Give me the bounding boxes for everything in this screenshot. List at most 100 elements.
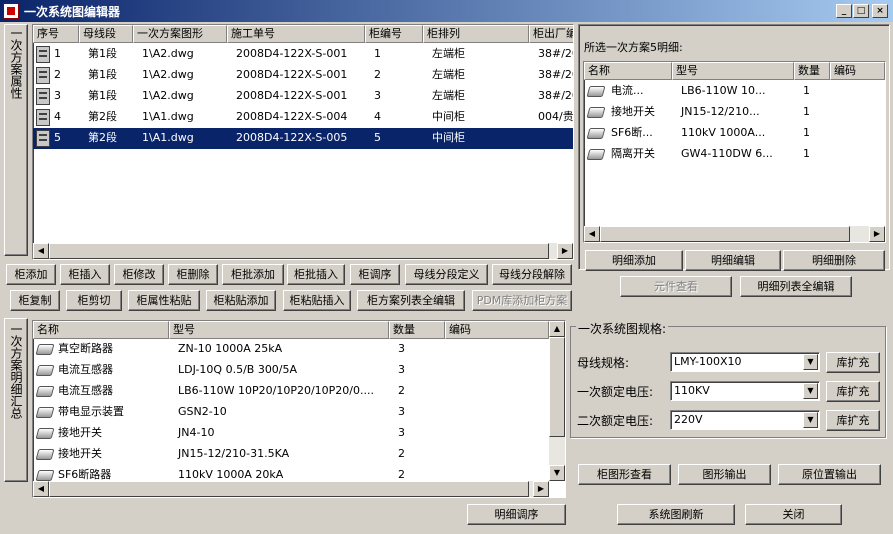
column-header[interactable]: 名称	[33, 321, 169, 339]
scroll-thumb[interactable]	[549, 337, 565, 437]
library-expand-button[interactable]: 库扩充	[826, 381, 880, 402]
scroll-right-arrow-icon[interactable]: ▶	[869, 226, 885, 242]
column-header[interactable]: 一次方案图形	[133, 25, 227, 43]
table-cell: 3	[398, 363, 405, 376]
list-item[interactable]: 带电显示装置 GSN2-10 3	[33, 402, 549, 423]
detail-delete-button[interactable]: 明细删除	[783, 250, 885, 271]
column-header[interactable]: 序号	[33, 25, 79, 43]
cabinet-action-button[interactable]: 母线分段定义	[405, 264, 488, 285]
table-row[interactable]: 3第1段1\A2.dwg2008D4-122X-S-0013左端柜38#/20	[33, 86, 573, 107]
list-item[interactable]: 接地开关 JN15-12/210-31.5KA 2	[33, 444, 549, 465]
cabinet-action-button[interactable]: 柜方案列表全编辑	[357, 290, 465, 311]
scroll-thumb[interactable]	[49, 243, 549, 259]
scroll-right-arrow-icon[interactable]: ▶	[557, 243, 573, 259]
table-row[interactable]: 1第1段1\A2.dwg2008D4-122X-S-0011左端柜38#/20	[33, 44, 573, 65]
list-item[interactable]: 电流互感器 LB6-110W 10P20/10P20/10P20/0.... 2	[33, 381, 549, 402]
list-item[interactable]: 接地开关 JN15-12/210... 1	[584, 102, 885, 123]
cabinet-action-button[interactable]: 柜添加	[6, 264, 56, 285]
column-header[interactable]: 柜编号	[365, 25, 423, 43]
detail-edit-button[interactable]: 明细编辑	[685, 250, 781, 271]
scroll-up-arrow-icon[interactable]: ▲	[549, 321, 565, 337]
cabinet-graphic-view-button[interactable]: 柜图形查看	[578, 464, 671, 485]
cabinet-action-button[interactable]: 柜修改	[114, 264, 164, 285]
scroll-left-arrow-icon[interactable]: ◀	[33, 243, 49, 259]
component-icon	[35, 386, 55, 397]
cabinet-action-button[interactable]: 柜插入	[60, 264, 110, 285]
list-item[interactable]: 真空断路器 ZN-10 1000A 25kA 3	[33, 339, 549, 360]
table-row[interactable]: 2第1段1\A2.dwg2008D4-122X-S-0012左端柜38#/20	[33, 65, 573, 86]
cabinet-action-button[interactable]: 柜调序	[350, 264, 400, 285]
cabinet-action-button[interactable]: 母线分段解除	[492, 264, 572, 285]
system-diagram-refresh-button[interactable]: 系统图刷新	[617, 504, 735, 525]
detail-list-edit-all-button[interactable]: 明细列表全编辑	[740, 276, 852, 297]
cabinet-action-button[interactable]: 柜粘贴插入	[283, 290, 351, 311]
column-header[interactable]: 母线段	[79, 25, 133, 43]
detail-reorder-button[interactable]: 明细调序	[467, 504, 566, 525]
spec-field-select[interactable]: 110KV ▼	[670, 381, 820, 401]
detail-caption: 所选一次方案5明细:	[584, 41, 683, 54]
in-place-output-button[interactable]: 原位置输出	[778, 464, 881, 485]
cabinet-action-button[interactable]: 柜批插入	[287, 264, 345, 285]
scroll-left-arrow-icon[interactable]: ◀	[33, 481, 49, 497]
column-header[interactable]: 名称	[584, 62, 672, 80]
table-cell	[451, 423, 549, 443]
list-item[interactable]: 接地开关 JN4-10 3	[33, 423, 549, 444]
cabinet-action-button[interactable]: 柜属性粘贴	[128, 290, 200, 311]
list-item[interactable]: 隔离开关 GW4-110DW 6... 1	[584, 144, 885, 165]
summary-table-hscrollbar[interactable]: ◀ ▶	[33, 481, 549, 497]
table-cell: 接地开关	[611, 105, 655, 118]
scheme-table[interactable]: 序号 母线段 一次方案图形 施工单号 柜编号 柜排列 柜出厂编 1 第1段 1\A2.dwg 20…	[32, 24, 574, 260]
column-header[interactable]: 编码	[830, 62, 885, 80]
maximize-button[interactable]: □	[853, 4, 869, 18]
summary-table-vscrollbar[interactable]: ▲ ▼	[549, 321, 565, 481]
table-row[interactable]: 5 第2段 1\A1.dwg 2008D4-122X-S-005 5 中间柜	[33, 128, 573, 149]
table-cell: 左端柜	[432, 68, 465, 81]
list-item[interactable]: 电流互感器 LDJ-10Q 0.5/B 300/5A 3	[33, 360, 549, 381]
chevron-down-icon[interactable]: ▼	[803, 412, 818, 428]
cabinet-icon	[36, 67, 50, 84]
scheme-table-hscrollbar[interactable]: ◀ ▶	[33, 243, 573, 259]
cabinet-action-button[interactable]: 柜粘贴添加	[206, 290, 276, 311]
scroll-thumb[interactable]	[49, 481, 529, 497]
library-expand-button[interactable]: 库扩充	[826, 352, 880, 373]
detail-add-button[interactable]: 明细添加	[585, 250, 683, 271]
scheme-properties-tab[interactable]: 一次方案属性	[4, 24, 28, 256]
column-header[interactable]: 施工单号	[227, 25, 365, 43]
scheme-detail-summary-tab[interactable]: 一次方案明细汇总	[4, 318, 28, 482]
table-cell: 第1段	[88, 89, 117, 102]
column-header[interactable]: 型号	[169, 321, 389, 339]
chevron-down-icon[interactable]: ▼	[803, 383, 818, 399]
table-cell: 3	[374, 89, 381, 102]
graphic-output-button[interactable]: 图形输出	[678, 464, 771, 485]
column-header[interactable]: 型号	[672, 62, 794, 80]
detail-table-hscrollbar[interactable]: ◀ ▶	[584, 226, 885, 242]
library-expand-button[interactable]: 库扩充	[826, 410, 880, 431]
component-view-button[interactable]: 元件查看	[620, 276, 732, 297]
component-icon	[35, 344, 55, 355]
scroll-left-arrow-icon[interactable]: ◀	[584, 226, 600, 242]
cabinet-action-button[interactable]: 柜复制	[10, 290, 60, 311]
close-window-button[interactable]: ×	[872, 4, 888, 18]
column-header[interactable]: 数量	[389, 321, 445, 339]
spec-field-select[interactable]: LMY-100X10 ▼	[670, 352, 820, 372]
table-row[interactable]: 4 第2段 1\A1.dwg 2008D4-122X-S-004 4 中间柜 004/贵	[33, 107, 573, 128]
scroll-down-arrow-icon[interactable]: ▼	[549, 465, 565, 481]
scroll-right-arrow-icon[interactable]: ▶	[533, 481, 549, 497]
summary-table[interactable]: 名称 型号 数量 编码 真空断路器 ZN-10 1000A 25kA 3 电流互感器 LDJ-…	[32, 320, 566, 498]
column-header[interactable]: 编码	[445, 321, 549, 339]
detail-table[interactable]: 名称 型号 数量 编码 电流... LB6-110W 10... 1 接地开关 JN15-12…	[583, 61, 886, 243]
scroll-thumb[interactable]	[600, 226, 850, 242]
minimize-button[interactable]: _	[836, 4, 852, 18]
list-item[interactable]: SF6断... 110kV 1000A... 1	[584, 123, 885, 144]
column-header[interactable]: 柜出厂编	[529, 25, 573, 43]
column-header[interactable]: 柜排列	[423, 25, 529, 43]
cabinet-action-button[interactable]: 柜剪切	[66, 290, 122, 311]
cabinet-action-button[interactable]: PDM库添加柜方案	[472, 290, 572, 311]
spec-field-select[interactable]: 220V ▼	[670, 410, 820, 430]
close-button[interactable]: 关闭	[745, 504, 842, 525]
column-header[interactable]: 数量	[794, 62, 830, 80]
cabinet-action-button[interactable]: 柜批添加	[222, 264, 284, 285]
cabinet-action-button[interactable]: 柜删除	[168, 264, 218, 285]
chevron-down-icon[interactable]: ▼	[803, 354, 818, 370]
list-item[interactable]: 电流... LB6-110W 10... 1	[584, 81, 885, 102]
